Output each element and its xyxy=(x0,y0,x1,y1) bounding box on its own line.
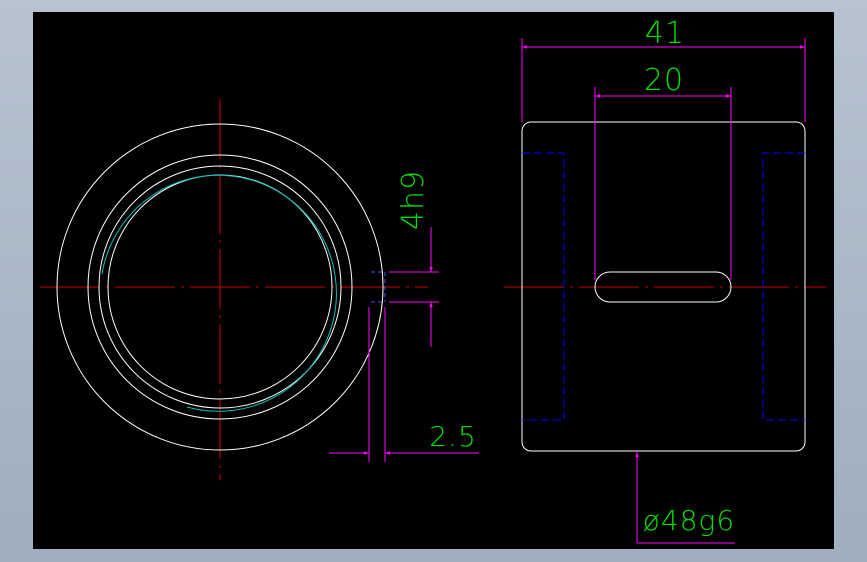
side-view: 41 20 ø48g6 xyxy=(504,16,826,544)
key-width-label: 4h9 xyxy=(396,170,431,230)
outer-diameter-label: ø48g6 xyxy=(643,504,735,537)
end-view: 4h9 2.5 xyxy=(40,99,479,480)
key-depth-label: 2.5 xyxy=(429,420,477,453)
cad-viewport[interactable]: 4h9 2.5 41 20 ø48g6 xyxy=(33,12,834,549)
overall-length-label: 41 xyxy=(645,16,685,51)
slot-length-label: 20 xyxy=(644,63,684,98)
slot-length-dimension xyxy=(594,87,732,280)
cad-drawing: 4h9 2.5 41 20 ø48g6 xyxy=(40,16,826,544)
